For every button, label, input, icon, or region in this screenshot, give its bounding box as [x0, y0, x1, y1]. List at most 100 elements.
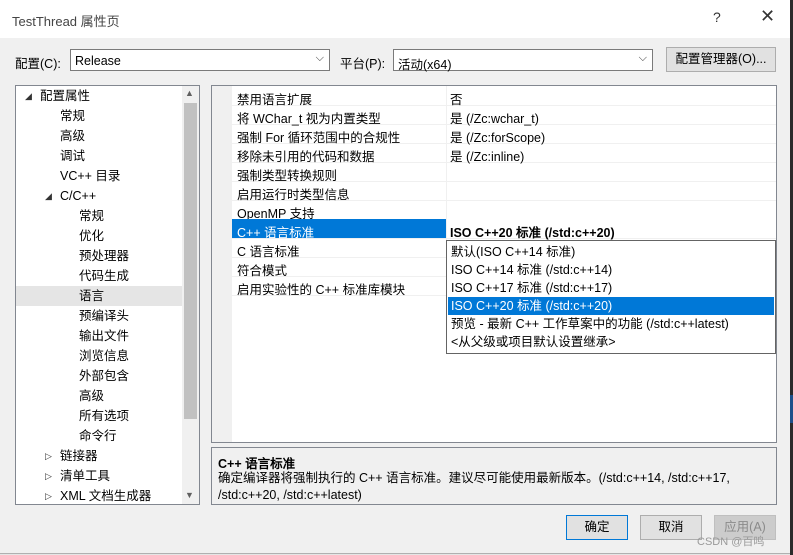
property-name: 启用实验性的 C++ 标准库模块	[237, 283, 406, 297]
tree-item[interactable]: 预处理器	[16, 246, 182, 266]
tree-item[interactable]: 命令行	[16, 426, 182, 446]
config-value: Release	[75, 54, 121, 68]
collapse-arrow-icon[interactable]: ◢	[25, 86, 32, 106]
ok-button[interactable]: 确定	[566, 515, 628, 540]
dropdown-option[interactable]: <从父级或项目默认设置继承>	[448, 333, 774, 351]
config-manager-button[interactable]: 配置管理器(O)...	[666, 47, 776, 72]
tree-item[interactable]: 高级	[16, 386, 182, 406]
tree-item[interactable]: 代码生成	[16, 266, 182, 286]
dropdown-option[interactable]: 预览 - 最新 C++ 工作草案中的功能 (/std:c++latest)	[448, 315, 774, 333]
platform-combo[interactable]: 活动(x64) ⌵	[393, 49, 653, 72]
description-panel: C++ 语言标准 确定编译器将强制执行的 C++ 语言标准。建议尽可能使用最新版…	[211, 447, 777, 505]
tree-item[interactable]: 常规	[16, 106, 182, 126]
tree-item-label: XML 文档生成器	[60, 489, 152, 503]
language-standard-dropdown-list[interactable]: 默认(ISO C++14 标准) ISO C++14 标准 (/std:c++14…	[446, 240, 776, 354]
tree-item[interactable]: 常规	[16, 206, 182, 226]
dropdown-option[interactable]: ISO C++17 标准 (/std:c++17)	[448, 279, 774, 297]
property-row[interactable]: 启用运行时类型信息	[232, 181, 776, 202]
tree-item[interactable]: 预编译头	[16, 306, 182, 326]
tree-item-label: 常规	[79, 209, 105, 223]
tree-item-label: 高级	[60, 129, 86, 143]
tree-item-label: 预处理器	[79, 249, 130, 263]
tree-item-label: 优化	[79, 229, 105, 243]
tree-item[interactable]: 语言	[16, 286, 182, 306]
scroll-thumb[interactable]	[184, 103, 197, 419]
tree-item[interactable]: 高级	[16, 126, 182, 146]
dropdown-option[interactable]: 默认(ISO C++14 标准)	[448, 243, 774, 261]
watermark: CSDN @百鸣	[697, 536, 765, 548]
tree-item[interactable]: ▷ 清单工具	[16, 466, 182, 486]
chevron-down-icon: ⌵	[638, 52, 647, 64]
tree-item-label: 语言	[79, 289, 105, 303]
tree-item[interactable]: ◢ C/C++	[16, 186, 182, 206]
help-icon[interactable]: ?	[713, 9, 721, 25]
tree-item[interactable]: 输出文件	[16, 326, 182, 346]
column-divider	[446, 162, 447, 181]
property-row[interactable]: 强制类型转换规则	[232, 162, 776, 183]
platform-value: 活动(x64)	[398, 58, 452, 72]
close-icon[interactable]: ✕	[760, 6, 775, 27]
title-bar: TestThread 属性页 ? ✕	[0, 0, 790, 38]
platform-label: 平台(P):	[340, 57, 386, 71]
tree-item[interactable]: ▷ XML 文档生成器	[16, 486, 182, 504]
column-divider	[446, 124, 447, 143]
tree-item[interactable]: 调试	[16, 146, 182, 166]
property-row[interactable]: C++ 语言标准ISO C++20 标准 (/std:c++20)⌵	[232, 219, 776, 240]
chevron-down-icon: ⌵	[315, 52, 324, 64]
tree-item-label: 命令行	[79, 429, 117, 443]
tree-item-label: 链接器	[60, 449, 98, 463]
tree-item[interactable]: ▷ 链接器	[16, 446, 182, 466]
tree-item-label: 外部包含	[79, 369, 130, 383]
config-label: 配置(C):	[15, 57, 61, 71]
collapse-arrow-icon[interactable]: ◢	[45, 186, 52, 206]
expand-arrow-icon[interactable]: ▷	[45, 486, 52, 504]
expand-arrow-icon[interactable]: ▷	[45, 446, 52, 466]
dropdown-option[interactable]: ISO C++20 标准 (/std:c++20)	[448, 297, 774, 315]
tree-item-label: 清单工具	[60, 469, 111, 483]
cancel-button[interactable]: 取消	[640, 515, 702, 540]
tree-item[interactable]: 所有选项	[16, 406, 182, 426]
dropdown-option-label: ISO C++20 标准 (/std:c++20)	[451, 299, 613, 313]
tree-item[interactable]: 浏览信息	[16, 346, 182, 366]
expand-arrow-icon[interactable]: ▷	[45, 466, 52, 486]
tree-item-label: 浏览信息	[79, 349, 130, 363]
property-row[interactable]: 强制 For 循环范围中的合规性是 (/Zc:forScope)	[232, 124, 776, 145]
column-divider	[446, 200, 447, 219]
property-row[interactable]: 将 WChar_t 视为内置类型是 (/Zc:wchar_t)	[232, 105, 776, 126]
dropdown-option[interactable]: ISO C++14 标准 (/std:c++14)	[448, 261, 774, 279]
tree-item-label: 输出文件	[79, 329, 130, 343]
tree-item[interactable]: 外部包含	[16, 366, 182, 386]
property-tree[interactable]: ▷ XML 文档生成器 ▷ 清单工具 ▷ 链接器 命令行 所有选项 高级 外部包含 浏览信息 输出文件…	[15, 85, 200, 505]
tree-item[interactable]: 优化	[16, 226, 182, 246]
column-divider	[446, 219, 447, 238]
window-title: TestThread 属性页	[12, 14, 120, 29]
tree-item-label: 预编译头	[79, 309, 130, 323]
scroll-up-icon[interactable]: ▲	[185, 88, 194, 98]
tree-item-label: 配置属性	[40, 89, 91, 103]
tree-item-label: 常规	[60, 109, 86, 123]
tree-item-label: 代码生成	[79, 269, 130, 283]
dropdown-option-label: ISO C++14 标准 (/std:c++14)	[451, 263, 613, 277]
property-row[interactable]: 移除未引用的代码和数据是 (/Zc:inline)	[232, 143, 776, 164]
column-divider	[446, 143, 447, 162]
tree-item-label: 所有选项	[79, 409, 130, 423]
column-divider	[446, 86, 447, 105]
scroll-down-icon[interactable]: ▼	[185, 490, 194, 500]
column-divider	[446, 105, 447, 124]
tree-item-label: 调试	[60, 149, 86, 163]
description-text: 确定编译器将强制执行的 C++ 语言标准。建议尽可能使用最新版本。(/std:c…	[218, 471, 730, 502]
property-row[interactable]: 禁用语言扩展否	[232, 86, 776, 107]
property-row[interactable]: OpenMP 支持	[232, 200, 776, 221]
dropdown-option-label: 预览 - 最新 C++ 工作草案中的功能 (/std:c++latest)	[451, 317, 729, 331]
tree-item-label: VC++ 目录	[60, 169, 121, 183]
tree-item-label: C/C++	[60, 189, 97, 203]
dropdown-option-label: 默认(ISO C++14 标准)	[451, 245, 576, 259]
grid-gutter	[212, 86, 232, 442]
property-pages-dialog: TestThread 属性页 ? ✕ 配置(C): Release ⌵ 平台(P…	[0, 0, 791, 554]
tree-item-label: 高级	[79, 389, 105, 403]
dropdown-option-label: ISO C++17 标准 (/std:c++17)	[451, 281, 613, 295]
tree-item[interactable]: VC++ 目录	[16, 166, 182, 186]
tree-item[interactable]: ◢ 配置属性	[16, 86, 182, 106]
config-combo[interactable]: Release ⌵	[70, 49, 330, 71]
tree-scrollbar[interactable]: ▲ ▼	[182, 86, 199, 504]
